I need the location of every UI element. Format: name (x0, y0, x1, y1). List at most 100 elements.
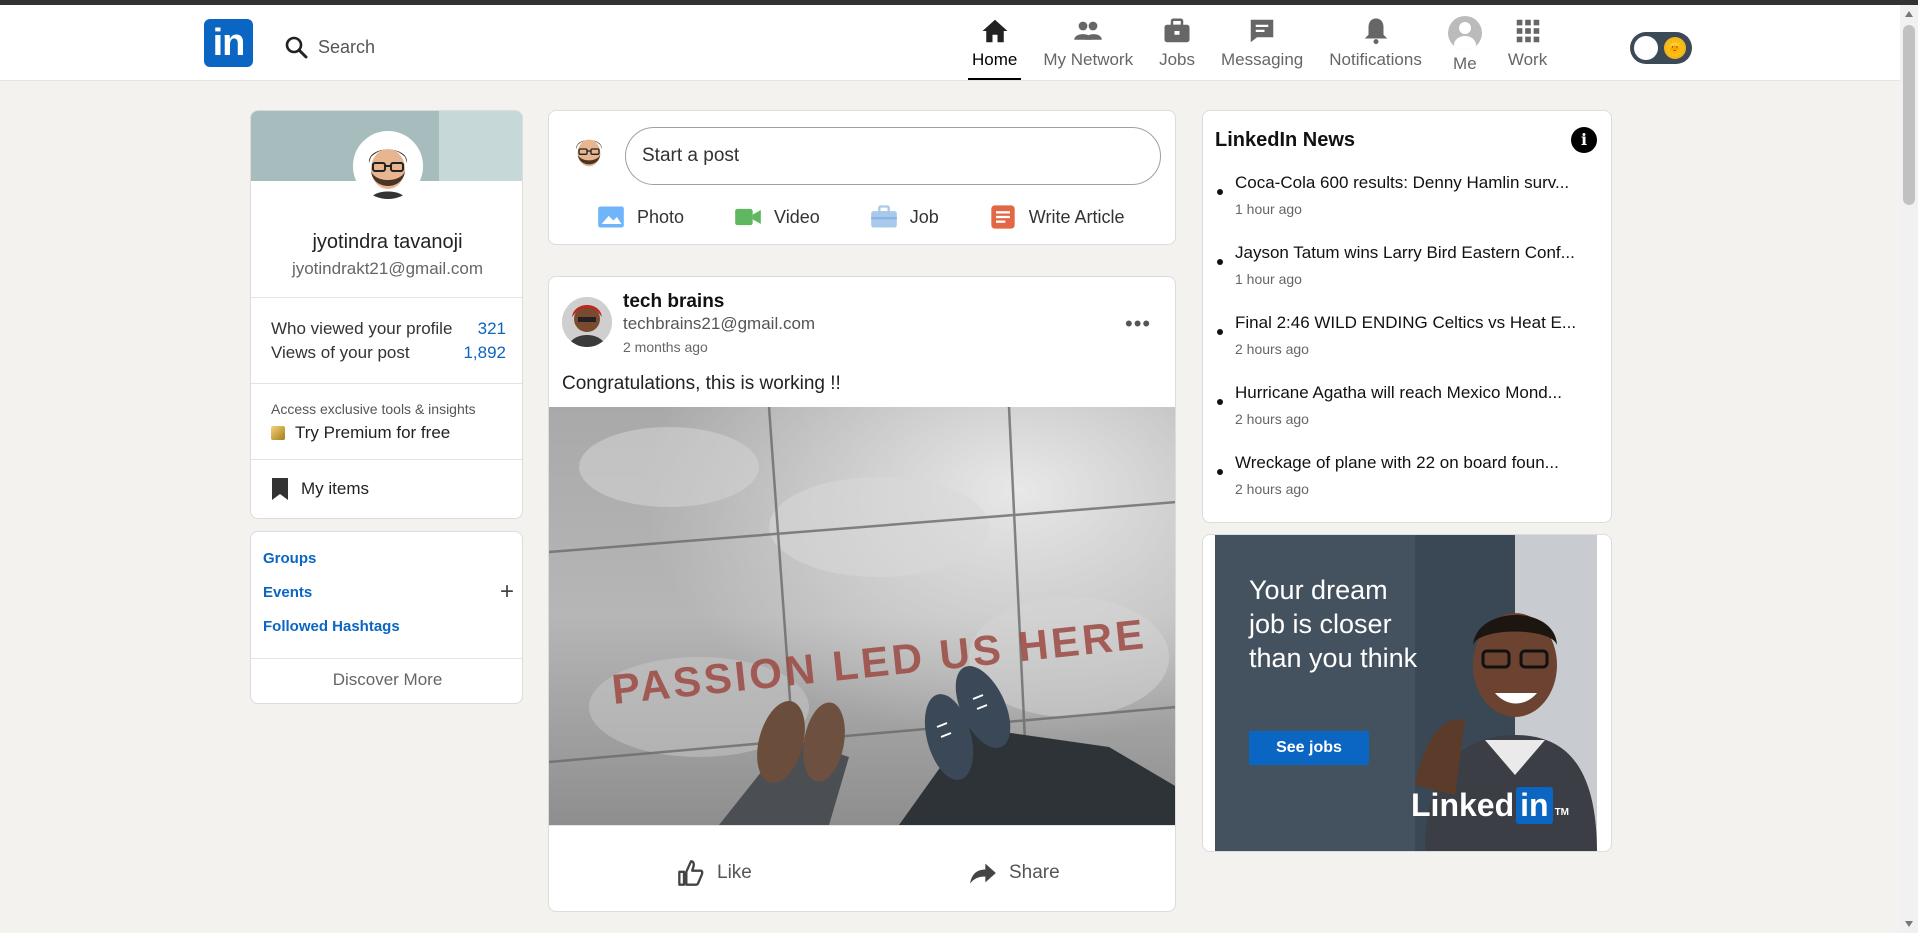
nav-work[interactable]: Work (1508, 10, 1547, 80)
toggle-knob (1634, 36, 1658, 60)
news-headline: Coca-Cola 600 results: Denny Hamlin surv… (1235, 173, 1570, 192)
share-label: Share (1009, 862, 1060, 883)
premium-label: Try Premium for free (295, 423, 451, 442)
bookmark-icon (272, 478, 288, 500)
divider (251, 459, 522, 460)
nav-messaging-label: Messaging (1221, 50, 1304, 69)
theme-toggle[interactable]: 🌞 (1630, 32, 1692, 64)
nav-me[interactable]: Me (1447, 10, 1482, 80)
share-avatar (567, 129, 611, 173)
network-icon (1074, 21, 1102, 40)
start-post-input[interactable]: Start a post (625, 127, 1161, 185)
briefcase-icon (1164, 18, 1190, 43)
news-time: 2 hours ago (1235, 411, 1309, 427)
nav-home-label: Home (972, 50, 1018, 69)
stat-value: 1,892 (463, 343, 506, 362)
my-items-link[interactable]: My items (271, 477, 369, 501)
ad-brand-logo: Linked in TM (1411, 787, 1569, 824)
divider (251, 297, 522, 298)
stat-profile-views[interactable]: Who viewed your profile 321 (271, 319, 506, 339)
job-label: Job (909, 206, 939, 227)
linkedin-logo[interactable]: in (204, 19, 253, 67)
bullet (1217, 469, 1223, 475)
news-time: 1 hour ago (1235, 201, 1302, 217)
sun-icon: 🌞 (1664, 37, 1686, 59)
stat-label: Who viewed your profile (271, 319, 453, 338)
stat-post-views[interactable]: Views of your post 1,892 (271, 343, 506, 363)
scroll-up-arrow[interactable] (1905, 11, 1913, 17)
write-article-label: Write Article (1028, 206, 1125, 227)
scrollbar-thumb[interactable] (1903, 25, 1915, 205)
news-time: 2 hours ago (1235, 341, 1309, 357)
profile-email: jyotindrakt21@gmail.com (291, 259, 484, 278)
photo-icon (598, 206, 624, 228)
news-time: 2 hours ago (1235, 481, 1309, 497)
nav-notifications[interactable]: Notifications (1329, 10, 1422, 80)
info-icon[interactable]: i (1571, 127, 1597, 153)
article-icon (991, 205, 1015, 229)
grid-icon (1516, 19, 1539, 43)
feed-post: tech brains techbrains21@gmail.com 2 mon… (548, 276, 1176, 912)
video-label: Video (774, 206, 820, 227)
photo-label: Photo (637, 206, 685, 227)
news-headline: Hurricane Agatha will reach Mexico Mond.… (1235, 383, 1562, 402)
add-event-button[interactable]: + (500, 580, 514, 604)
stat-label: Views of your post (271, 343, 410, 362)
search-box[interactable]: Search (284, 29, 375, 65)
profile-name[interactable]: jyotindra tavanoji (251, 231, 522, 254)
nav-home[interactable]: Home (967, 10, 1022, 80)
nav-messaging[interactable]: Messaging (1221, 10, 1303, 80)
page-scrollbar[interactable] (1900, 5, 1918, 933)
stat-value: 321 (477, 319, 506, 338)
nav-my-network[interactable]: My Network (1043, 10, 1133, 80)
video-button[interactable]: Video (734, 203, 820, 231)
post-image[interactable]: PASSION LED US HERE (549, 407, 1175, 825)
post-author-email: techbrains21@gmail.com (623, 314, 816, 333)
nav-jobs[interactable]: Jobs (1159, 10, 1195, 80)
linkedin-news-card: LinkedIn News i Coca-Cola 600 results: D… (1202, 110, 1612, 523)
try-premium-link[interactable]: Try Premium for free (271, 423, 450, 443)
nav-notifications-label: Notifications (1329, 50, 1422, 69)
job-button[interactable]: Job (870, 203, 939, 231)
search-input[interactable]: Search (318, 37, 375, 58)
events-link[interactable]: Events (263, 584, 312, 601)
message-icon (1250, 19, 1274, 43)
groups-card: Groups Events + Followed Hashtags Discov… (250, 531, 524, 704)
post-text: Congratulations, this is working !! (562, 373, 841, 394)
news-headline: Jayson Tatum wins Larry Bird Eastern Con… (1235, 243, 1575, 262)
post-timestamp: 2 months ago (623, 339, 708, 355)
news-time: 1 hour ago (1235, 271, 1302, 287)
profile-avatar[interactable] (353, 131, 423, 201)
groups-link[interactable]: Groups (263, 550, 316, 567)
post-more-button[interactable]: ••• (1125, 311, 1151, 337)
avatar-icon (1447, 16, 1482, 50)
write-article-button[interactable]: Write Article (989, 203, 1125, 231)
discover-more-button[interactable]: Discover More (251, 670, 524, 690)
post-author-name[interactable]: tech brains (623, 291, 724, 313)
post-author-avatar[interactable] (562, 297, 612, 347)
divider (251, 658, 524, 659)
like-label: Like (717, 862, 752, 883)
bullet (1217, 259, 1223, 265)
like-icon (678, 860, 704, 886)
followed-hashtags-link[interactable]: Followed Hashtags (263, 618, 400, 635)
bullet (1217, 329, 1223, 335)
video-icon (735, 208, 761, 226)
scroll-down-arrow[interactable] (1905, 921, 1913, 927)
share-actions: Photo Video Job Write Article (597, 203, 1124, 231)
job-icon (870, 205, 897, 228)
like-button[interactable]: Like (677, 859, 752, 887)
divider (549, 825, 1175, 826)
bell-icon (1364, 18, 1387, 45)
see-jobs-button[interactable]: See jobs (1249, 731, 1369, 765)
home-icon (982, 19, 1008, 43)
news-headline: Final 2:46 WILD ENDING Celtics vs Heat E… (1235, 313, 1577, 332)
brand-tm: TM (1554, 807, 1570, 818)
share-button[interactable]: Share (969, 859, 1060, 887)
job-ad-banner[interactable]: Your dream job is closer than you think … (1215, 535, 1597, 851)
news-headline: Wreckage of plane with 22 on board foun.… (1235, 453, 1559, 472)
bullet (1217, 399, 1223, 405)
photo-button[interactable]: Photo (597, 203, 684, 231)
bullet (1217, 189, 1223, 195)
nav-jobs-label: Jobs (1159, 50, 1196, 69)
